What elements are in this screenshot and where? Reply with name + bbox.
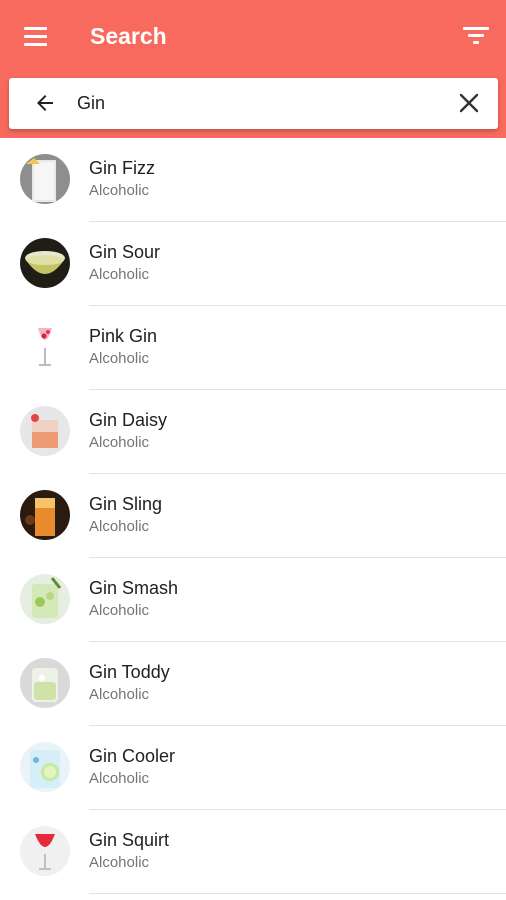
drink-name: Gin Fizz: [89, 158, 156, 178]
hamburger-menu-icon[interactable]: [24, 22, 54, 50]
drink-thumbnail: [20, 490, 70, 540]
drink-category: Alcoholic: [89, 350, 150, 367]
list-item[interactable]: Gin Sling Alcoholic: [0, 474, 506, 558]
drink-category: Alcoholic: [89, 686, 150, 703]
drink-category: Alcoholic: [89, 518, 150, 535]
arrow-back-icon[interactable]: [33, 91, 57, 115]
drink-name: Gin Toddy: [89, 662, 170, 682]
search-bar: [9, 78, 498, 129]
drink-category: Alcoholic: [89, 266, 150, 283]
drink-thumbnail: [20, 574, 70, 624]
list-item[interactable]: Gin Sour Alcoholic: [0, 222, 506, 306]
results-list: Gin Fizz Alcoholic Gin Sour Alcoholic Pi…: [0, 138, 506, 894]
drink-category: Alcoholic: [89, 770, 150, 787]
drink-name: Gin Squirt: [89, 830, 170, 850]
drink-thumbnail: [20, 826, 70, 876]
drink-thumbnail: [20, 742, 70, 792]
list-item[interactable]: Gin Smash Alcoholic: [0, 558, 506, 642]
drink-category: Alcoholic: [89, 602, 150, 619]
divider: [89, 893, 506, 894]
drink-name: Gin Cooler: [89, 746, 176, 766]
close-icon[interactable]: [458, 92, 480, 114]
app-bar: Search: [0, 0, 506, 138]
drink-name: Gin Sling: [89, 494, 163, 514]
search-input[interactable]: [77, 86, 437, 120]
drink-name: Gin Daisy: [89, 410, 168, 430]
list-item[interactable]: Pink Gin Alcoholic: [0, 306, 506, 390]
drink-name: Gin Sour: [89, 242, 161, 262]
list-item[interactable]: Gin Cooler Alcoholic: [0, 726, 506, 810]
drink-category: Alcoholic: [89, 182, 150, 199]
list-item[interactable]: Gin Toddy Alcoholic: [0, 642, 506, 726]
drink-category: Alcoholic: [89, 434, 150, 451]
drink-thumbnail: [20, 238, 70, 288]
drink-name: Pink Gin: [89, 326, 158, 346]
list-item[interactable]: Gin Squirt Alcoholic: [0, 810, 506, 894]
drink-thumbnail: [20, 406, 70, 456]
list-item[interactable]: Gin Daisy Alcoholic: [0, 390, 506, 474]
drink-thumbnail: [20, 154, 70, 204]
list-item[interactable]: Gin Fizz Alcoholic: [0, 138, 506, 222]
drink-category: Alcoholic: [89, 854, 150, 871]
drink-thumbnail: [20, 658, 70, 708]
drink-name: Gin Smash: [89, 578, 179, 598]
filter-icon[interactable]: [460, 20, 492, 52]
drink-thumbnail: [20, 322, 70, 372]
page-title: Search: [90, 23, 167, 49]
